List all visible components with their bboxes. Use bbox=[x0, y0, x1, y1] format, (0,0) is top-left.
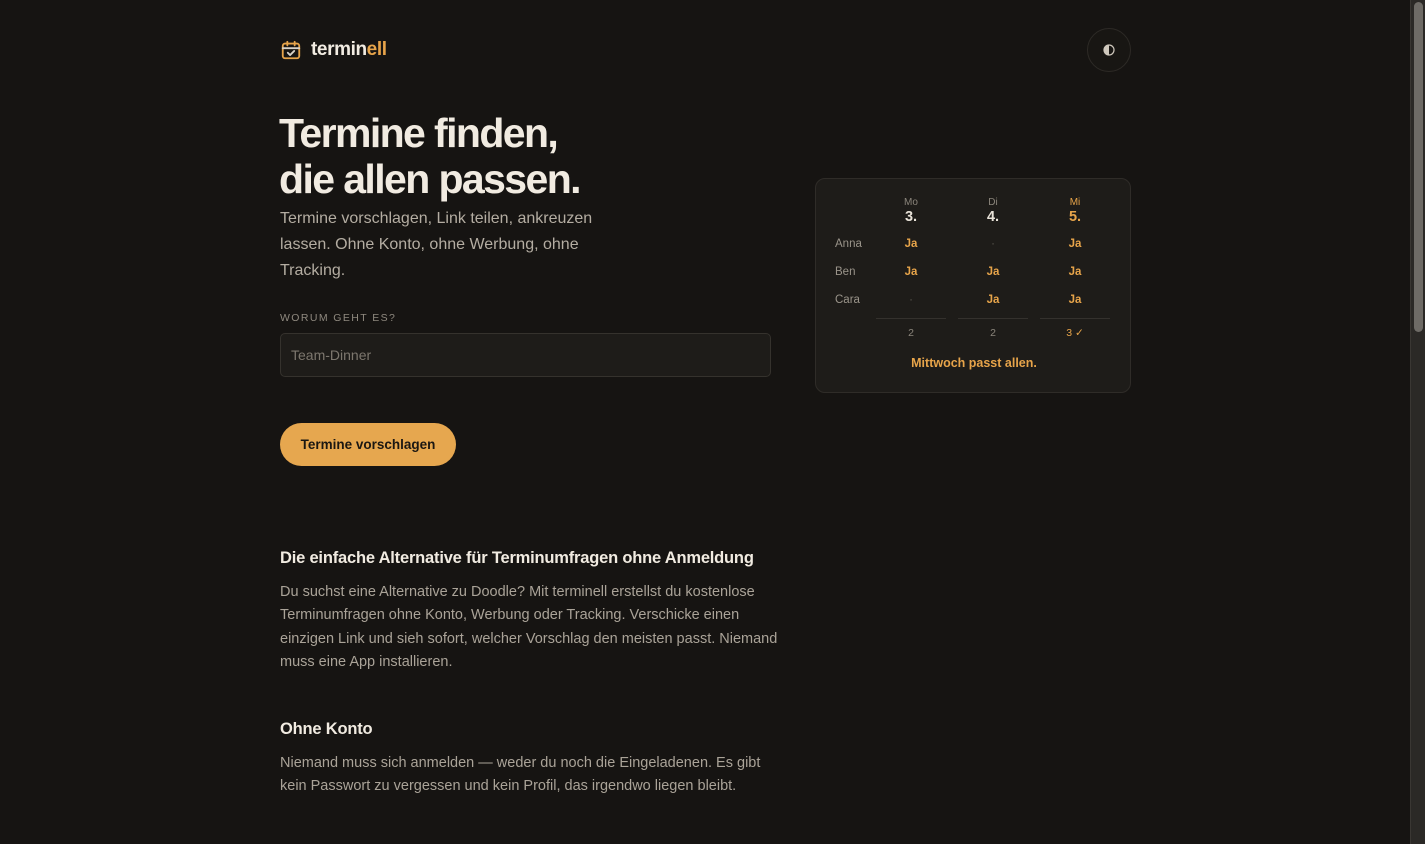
poll-result-text: Mittwoch passt allen. bbox=[911, 356, 1037, 370]
totals-divider bbox=[876, 318, 946, 319]
hero-title-line-2: die allen passen. bbox=[279, 156, 582, 202]
totals-divider bbox=[958, 318, 1028, 319]
hero-subtitle: Termine vorschlagen, Link teilen, ankreu… bbox=[280, 210, 593, 279]
day-name-mo: Mo bbox=[904, 197, 918, 208]
hero-title: Termine finden, die allen passen. bbox=[279, 110, 699, 202]
calendar-check-icon bbox=[280, 39, 302, 61]
participant-name: Ben bbox=[835, 266, 856, 278]
vote-cell-yes: Ja bbox=[904, 266, 918, 278]
section-body-no-account: Niemand muss sich anmelden — weder du no… bbox=[280, 755, 761, 795]
vote-cell-empty: · bbox=[991, 238, 995, 250]
section-heading-alternative: Die einfache Alternative für Terminumfra… bbox=[280, 549, 754, 567]
hero-title-line-1: Termine finden, bbox=[279, 110, 559, 156]
vote-cell-yes: Ja bbox=[1068, 294, 1082, 306]
propose-dates-button[interactable]: Termine vorschlagen bbox=[280, 423, 456, 466]
vote-cell-yes: Ja bbox=[1068, 238, 1082, 250]
scrollbar-thumb[interactable] bbox=[1414, 2, 1423, 332]
vote-total-best: 3 ✓ bbox=[1066, 327, 1084, 339]
section-body-alternative: Du suchst eine Alternative zu Doodle? Mi… bbox=[280, 584, 778, 670]
participant-name: Cara bbox=[835, 294, 860, 306]
brand-logo[interactable]: terminell bbox=[280, 37, 387, 63]
section-heading-no-account: Ohne Konto bbox=[280, 720, 373, 738]
theme-toggle-button[interactable] bbox=[1087, 28, 1131, 72]
day-number-di: 4. bbox=[986, 209, 1000, 225]
vote-cell-yes: Ja bbox=[1068, 266, 1082, 278]
day-number-mi: 5. bbox=[1068, 209, 1082, 225]
brand-name: terminell bbox=[311, 39, 387, 61]
day-name-mi: Mi bbox=[1069, 197, 1081, 208]
vote-total: 2 bbox=[990, 327, 996, 339]
vote-cell-empty: · bbox=[909, 294, 913, 306]
participant-name: Anna bbox=[835, 238, 862, 250]
brand-name-prefix: termin bbox=[311, 39, 367, 60]
day-name-di: Di bbox=[988, 197, 998, 208]
totals-divider bbox=[1040, 318, 1110, 319]
title-field-label: WORUM GEHT ES? bbox=[280, 312, 397, 324]
vote-total: 2 bbox=[908, 327, 914, 339]
page-scrollbar[interactable] bbox=[1410, 0, 1425, 844]
brand-name-accent: ell bbox=[366, 39, 387, 60]
poll-preview-card: Mo 3. Di 4. Mi 5. Anna Ja · Ja Ben Ja Ja… bbox=[815, 178, 1131, 393]
vote-cell-yes: Ja bbox=[986, 294, 1000, 306]
day-number-mo: 3. bbox=[904, 209, 918, 225]
contrast-icon bbox=[1103, 44, 1115, 56]
poll-title-input[interactable] bbox=[280, 333, 771, 377]
vote-cell-yes: Ja bbox=[986, 266, 1000, 278]
vote-cell-yes: Ja bbox=[904, 238, 918, 250]
